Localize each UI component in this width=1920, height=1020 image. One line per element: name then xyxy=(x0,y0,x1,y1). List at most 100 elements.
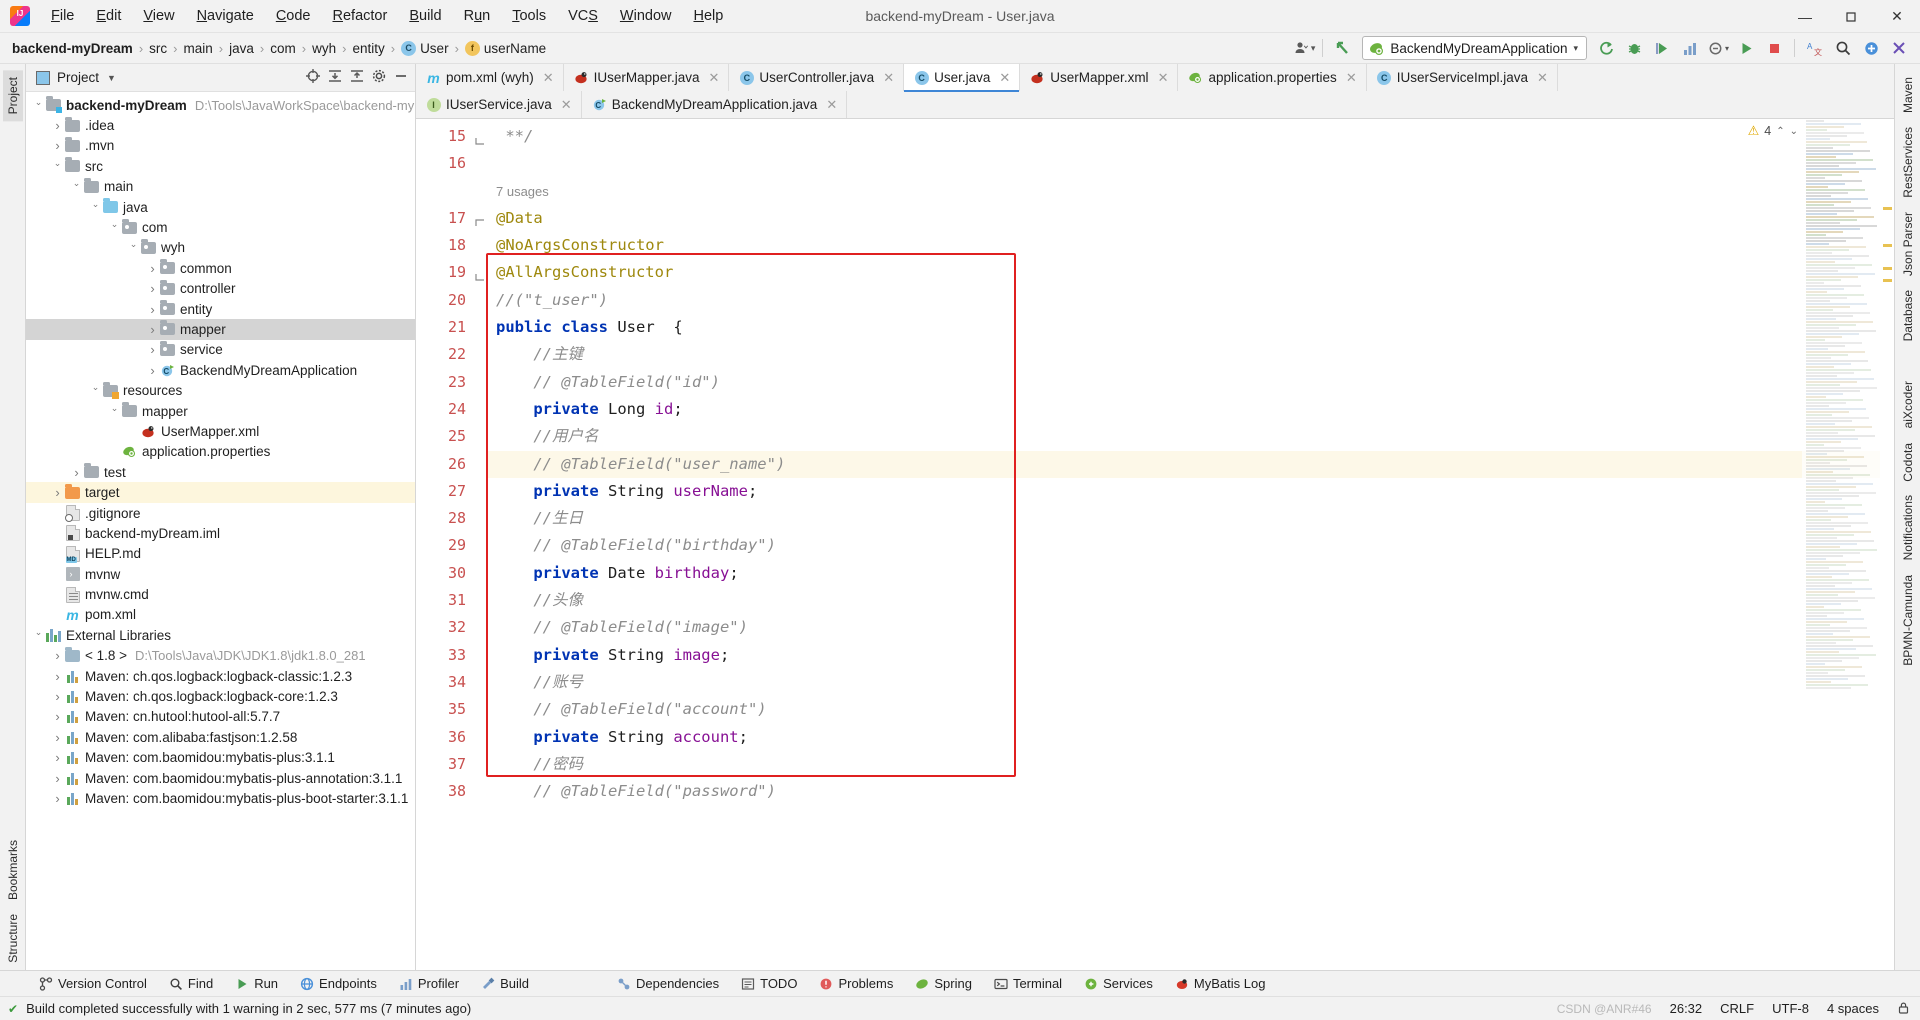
menu-view[interactable]: View xyxy=(132,4,185,28)
close-icon[interactable]: ✕ xyxy=(1158,70,1169,86)
tree-node-java[interactable]: java xyxy=(26,197,415,217)
tree-node-mapper[interactable]: mapper xyxy=(26,401,415,421)
tree-node-1-8[interactable]: < 1.8 > D:\Tools\Java\JDK\JDK1.8\jdk1.8.0… xyxy=(26,646,415,666)
menu-file[interactable]: File xyxy=(40,4,85,28)
breadcrumb-java[interactable]: java xyxy=(229,41,254,56)
chevron-down-icon[interactable]: ▾ xyxy=(1573,43,1578,54)
tool-window-mybatis-log[interactable]: MyBatis Log xyxy=(1164,971,1277,997)
tree-node-maven-com-baomidou-mybatis-plus-3-1-1[interactable]: Maven: com.baomidou:mybatis-plus:3.1.1 xyxy=(26,748,415,768)
chevron-right-icon[interactable] xyxy=(51,138,64,153)
tool-window-run[interactable]: Run xyxy=(224,971,289,997)
fold-start-icon[interactable] xyxy=(472,211,486,226)
chevron-right-icon[interactable] xyxy=(51,485,64,500)
rail-tab-notifications[interactable]: Notifications xyxy=(1898,488,1918,567)
collapse-all-icon[interactable] xyxy=(327,68,343,87)
tree-node-resources[interactable]: resources xyxy=(26,380,415,400)
target-icon[interactable] xyxy=(305,68,321,87)
tree-node-target[interactable]: target xyxy=(26,482,415,503)
minimize-button[interactable]: — xyxy=(1782,0,1828,33)
inspection-scrollbar[interactable] xyxy=(1880,119,1894,970)
chevron-right-icon[interactable] xyxy=(51,730,64,745)
breadcrumb-main[interactable]: main xyxy=(184,41,213,56)
tree-node-backend-mydream-iml[interactable]: backend-myDream.iml xyxy=(26,523,415,543)
tool-window-profiler[interactable]: Profiler xyxy=(388,971,470,997)
plugins-icon[interactable] xyxy=(1858,36,1884,60)
tool-window-terminal[interactable]: Terminal xyxy=(983,971,1073,997)
menu-window[interactable]: Window xyxy=(609,4,683,28)
menu-navigate[interactable]: Navigate xyxy=(186,4,265,28)
build-refresh-icon[interactable] xyxy=(1593,36,1619,60)
chevron-down-icon[interactable] xyxy=(89,385,102,396)
menu-run[interactable]: Run xyxy=(453,4,502,28)
editor-tab-backendmydreamapplication-java[interactable]: C BackendMyDreamApplication.java ✕ xyxy=(581,91,848,118)
rail-tab-maven[interactable]: Maven xyxy=(1898,70,1918,120)
chevron-right-icon[interactable] xyxy=(146,281,159,296)
chevron-down-icon[interactable]: ▼ xyxy=(107,73,116,83)
caret-position[interactable]: 26:32 xyxy=(1670,1001,1703,1016)
tree-node-help-md[interactable]: MD HELP.md xyxy=(26,544,415,564)
tree-node-idea[interactable]: .idea xyxy=(26,115,415,135)
fold-end-icon[interactable] xyxy=(472,265,486,282)
tree-node-mvn[interactable]: .mvn xyxy=(26,136,415,156)
close-icon[interactable]: ✕ xyxy=(999,70,1010,86)
tree-node-external-libraries[interactable]: External Libraries xyxy=(26,625,415,645)
chevron-right-icon[interactable] xyxy=(51,709,64,724)
tree-node-maven-cn-hutool-hutool-all-5-7-7[interactable]: Maven: cn.hutool:hutool-all:5.7.7 xyxy=(26,707,415,727)
menu-code[interactable]: Code xyxy=(265,4,322,28)
chevron-up-icon[interactable]: ⌃ xyxy=(1776,126,1784,137)
close-icon[interactable]: ✕ xyxy=(1346,70,1357,86)
fold-end-icon[interactable] xyxy=(472,129,486,145)
translate-icon[interactable]: A文 xyxy=(1802,36,1828,60)
tree-node-backend-mydream[interactable]: backend-myDream D:\Tools\JavaWorkSpace\ba… xyxy=(26,95,415,115)
tree-node-com[interactable]: com xyxy=(26,217,415,237)
chevron-right-icon[interactable] xyxy=(146,302,159,317)
tree-node-gitignore[interactable]: .gitignore xyxy=(26,503,415,523)
chevron-down-icon[interactable] xyxy=(32,100,45,111)
tool-window-find[interactable]: Find xyxy=(158,971,224,997)
close-button[interactable]: ✕ xyxy=(1874,0,1920,33)
breadcrumb-com[interactable]: com xyxy=(270,41,296,56)
lock-icon[interactable] xyxy=(1897,1001,1910,1017)
chevron-down-icon[interactable] xyxy=(89,202,102,213)
file-encoding[interactable]: UTF-8 xyxy=(1772,1001,1809,1016)
menu-build[interactable]: Build xyxy=(398,4,452,28)
menu-help[interactable]: Help xyxy=(682,4,734,28)
editor-body[interactable]: 15 16 17 18 19 20 21 22 23 24 25 26 27 28 29 30 31 32 33 34… xyxy=(416,119,1894,970)
tree-node-maven-com-baomidou-mybatis-plus-boot-starter-3-1-1[interactable]: Maven: com.baomidou:mybatis-plus-boot-st… xyxy=(26,788,415,808)
rail-tab-bpmn-camunda[interactable]: BPMN-Camunda xyxy=(1898,568,1918,673)
chevron-down-icon[interactable]: ▾ xyxy=(1311,43,1316,54)
tree-node-mapper[interactable]: mapper xyxy=(26,319,415,340)
breadcrumb-wyh[interactable]: wyh xyxy=(312,41,336,56)
indent-setting[interactable]: 4 spaces xyxy=(1827,1001,1879,1016)
tree-node-maven-com-baomidou-mybatis-plus-annotation-3-1-1[interactable]: Maven: com.baomidou:mybatis-plus-annotat… xyxy=(26,768,415,788)
tree-node-entity[interactable]: entity xyxy=(26,299,415,319)
chevron-right-icon[interactable] xyxy=(146,322,159,337)
tree-node-pom-xml[interactable]: m pom.xml xyxy=(26,605,415,625)
menu-tools[interactable]: Tools xyxy=(501,4,557,28)
chevron-right-icon[interactable] xyxy=(51,750,64,765)
chevron-right-icon[interactable] xyxy=(146,363,159,378)
editor-tab-usercontroller-java[interactable]: C UserController.java ✕ xyxy=(729,64,905,91)
tree-node-backendmydreamapplication[interactable]: C BackendMyDreamApplication xyxy=(26,360,415,380)
tree-node-application-properties[interactable]: application.properties xyxy=(26,442,415,462)
expand-icon[interactable] xyxy=(349,68,365,87)
editor-tab-iuserservice-java[interactable]: I IUserService.java ✕ xyxy=(416,91,582,118)
tree-node-service[interactable]: service xyxy=(26,340,415,360)
hide-panel-icon[interactable] xyxy=(393,68,409,87)
rail-tab-restservices[interactable]: RestServices xyxy=(1898,120,1918,205)
rail-tab-structure[interactable]: Structure xyxy=(3,907,23,970)
rail-tab-database[interactable]: Database xyxy=(1898,283,1918,348)
tree-node-common[interactable]: common xyxy=(26,258,415,278)
search-icon[interactable] xyxy=(1830,36,1856,60)
breadcrumb-src[interactable]: src xyxy=(149,41,167,56)
chevron-right-icon[interactable] xyxy=(51,771,64,786)
chevron-right-icon[interactable] xyxy=(146,261,159,276)
tool-window-todo[interactable]: TODO xyxy=(730,971,808,997)
menu-refactor[interactable]: Refactor xyxy=(322,4,399,28)
chevron-right-icon[interactable] xyxy=(51,648,64,663)
run-icon[interactable] xyxy=(1733,36,1759,60)
tool-window-spring[interactable]: Spring xyxy=(904,971,983,997)
chevron-down-icon[interactable] xyxy=(127,242,140,253)
run-with-coverage-icon[interactable] xyxy=(1649,36,1675,60)
usages-hint[interactable]: 7 usages xyxy=(488,178,1894,205)
